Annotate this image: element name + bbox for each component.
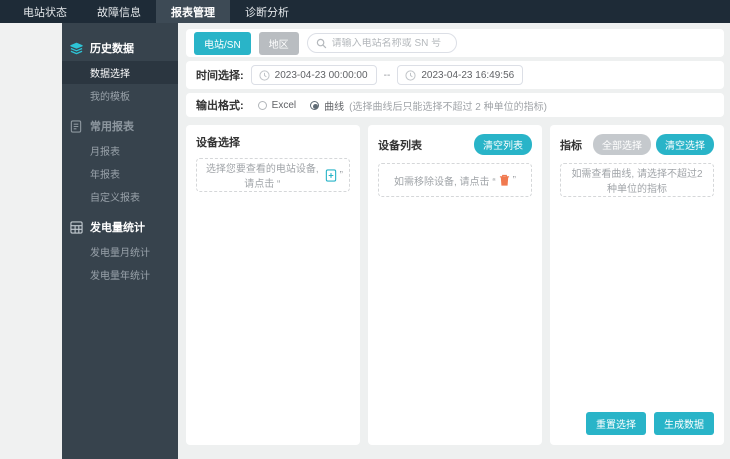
radio-excel-label: Excel bbox=[271, 99, 297, 111]
sidebar-group-common-reports: 常用报表 月报表 年报表 自定义报表 bbox=[62, 113, 178, 208]
radio-option-curve[interactable]: 曲线 (选择曲线后只能选择不超过 2 种单位的指标) bbox=[310, 98, 547, 113]
device-list-placeholder-text: 如需移除设备, 请点击 “ bbox=[393, 176, 496, 188]
reset-selection-button[interactable]: 重置选择 bbox=[586, 412, 646, 435]
clock-icon bbox=[259, 69, 270, 81]
nav-item-fault-info[interactable]: 故障信息 bbox=[82, 0, 156, 23]
time-range-separator: -- bbox=[383, 69, 391, 81]
device-select-placeholder-box: 选择您要查看的电站设备, 请点击 “ ” bbox=[196, 158, 350, 192]
sidebar-group-header-common-reports[interactable]: 常用报表 bbox=[62, 113, 178, 139]
sidebar-item-data-select[interactable]: 数据选择 bbox=[62, 61, 178, 84]
search-icon bbox=[316, 38, 327, 49]
time-select-card: 时间选择: 2023-04-23 00:00:00 -- 2023-04-23 … bbox=[186, 61, 724, 89]
clear-list-button[interactable]: 清空列表 bbox=[474, 134, 532, 155]
device-list-placeholder-box: 如需移除设备, 请点击 “ ” bbox=[378, 163, 532, 197]
metrics-placeholder-text: 如需查看曲线, 请选择不超过2种单位的指标 bbox=[571, 169, 703, 195]
sidebar-group-header-history-data[interactable]: 历史数据 bbox=[62, 35, 178, 61]
sidebar-group-header-generation-stats[interactable]: 发电量统计 bbox=[62, 214, 178, 240]
radio-unchecked-icon bbox=[257, 100, 267, 110]
clear-selection-button[interactable]: 清空选择 bbox=[656, 134, 714, 155]
sidebar-item-generation-monthly[interactable]: 发电量月统计 bbox=[62, 240, 178, 263]
sidebar-group-label: 发电量统计 bbox=[90, 222, 145, 234]
main-content: 电站/SN 地区 时间选择: 2023-04-23 00:00:00 -- bbox=[178, 23, 730, 459]
search-box[interactable] bbox=[306, 33, 457, 53]
sidebar-item-generation-yearly[interactable]: 发电量年统计 bbox=[62, 263, 178, 286]
region-button[interactable]: 地区 bbox=[258, 31, 299, 55]
nav-item-diagnostic-analysis[interactable]: 诊断分析 bbox=[230, 0, 304, 23]
trash-icon bbox=[499, 174, 510, 186]
select-all-button[interactable]: 全部选择 bbox=[593, 134, 651, 155]
device-list-panel: 设备列表 清空列表 如需移除设备, 请点击 “ ” bbox=[368, 125, 542, 445]
sidebar-group-label: 历史数据 bbox=[90, 43, 134, 55]
sidebar-group-generation-stats: 发电量统计 发电量月统计 发电量年统计 bbox=[62, 214, 178, 286]
sidebar-item-monthly-report[interactable]: 月报表 bbox=[62, 139, 178, 162]
metrics-title: 指标 bbox=[560, 139, 582, 152]
device-list-title: 设备列表 bbox=[378, 139, 422, 152]
sidebar-item-my-templates[interactable]: 我的模板 bbox=[62, 84, 178, 107]
start-time-value: 2023-04-23 00:00:00 bbox=[274, 69, 368, 81]
report-icon bbox=[70, 119, 83, 133]
clock-icon bbox=[405, 69, 416, 81]
device-select-panel: 设备选择 选择您要查看的电站设备, 请点击 “ ” bbox=[186, 125, 360, 445]
grid-icon bbox=[70, 220, 83, 234]
time-select-label: 时间选择: bbox=[196, 70, 244, 82]
sidebar-item-custom-report[interactable]: 自定义报表 bbox=[62, 185, 178, 208]
output-format-card: 输出格式: Excel 曲线 (选择曲线后只能选择不超过 2 种单位的指标) bbox=[186, 93, 724, 117]
metrics-placeholder-box: 如需查看曲线, 请选择不超过2种单位的指标 bbox=[560, 163, 714, 197]
end-time-input[interactable]: 2023-04-23 16:49:56 bbox=[397, 65, 524, 85]
radio-checked-icon bbox=[310, 100, 320, 110]
radio-option-excel[interactable]: Excel bbox=[257, 99, 297, 111]
device-select-title: 设备选择 bbox=[196, 137, 240, 149]
station-filter-card: 电站/SN 地区 bbox=[186, 29, 724, 57]
metrics-panel: 指标 全部选择 清空选择 如需查看曲线, 请选择不超过2种单位的指标 重置选择 … bbox=[550, 125, 724, 445]
selection-panels: 设备选择 选择您要查看的电站设备, 请点击 “ ” 设备列表 清空列表 如需移除… bbox=[186, 125, 724, 445]
sidebar-item-yearly-report[interactable]: 年报表 bbox=[62, 162, 178, 185]
start-time-input[interactable]: 2023-04-23 00:00:00 bbox=[250, 65, 377, 85]
sidebar-group-history-data: 历史数据 数据选择 我的模板 bbox=[62, 35, 178, 107]
radio-curve-note: (选择曲线后只能选择不超过 2 种单位的指标) bbox=[349, 101, 547, 113]
station-sn-button[interactable]: 电站/SN bbox=[194, 31, 251, 55]
sidebar-group-label: 常用报表 bbox=[90, 121, 134, 133]
device-list-placeholder-quote: ” bbox=[512, 174, 516, 186]
nav-item-report-management[interactable]: 报表管理 bbox=[156, 0, 230, 23]
search-input[interactable] bbox=[331, 37, 448, 49]
sidebar: 历史数据 数据选择 我的模板 常用报表 月报表 年报表 自定义报表 发电量统计 bbox=[62, 23, 178, 459]
radio-curve-label: 曲线 bbox=[324, 101, 345, 113]
device-select-placeholder-quote: ” bbox=[339, 169, 343, 181]
top-navbar: 电站状态 故障信息 报表管理 诊断分析 bbox=[0, 0, 730, 23]
left-gutter bbox=[0, 23, 62, 459]
nav-item-station-status[interactable]: 电站状态 bbox=[8, 0, 82, 23]
layers-icon bbox=[70, 42, 83, 55]
doc-add-icon bbox=[325, 168, 337, 182]
end-time-value: 2023-04-23 16:49:56 bbox=[421, 69, 515, 81]
output-format-label: 输出格式: bbox=[196, 100, 244, 112]
device-select-placeholder-text: 选择您要查看的电站设备, 请点击 “ bbox=[205, 164, 319, 190]
generate-data-button[interactable]: 生成数据 bbox=[654, 412, 714, 435]
